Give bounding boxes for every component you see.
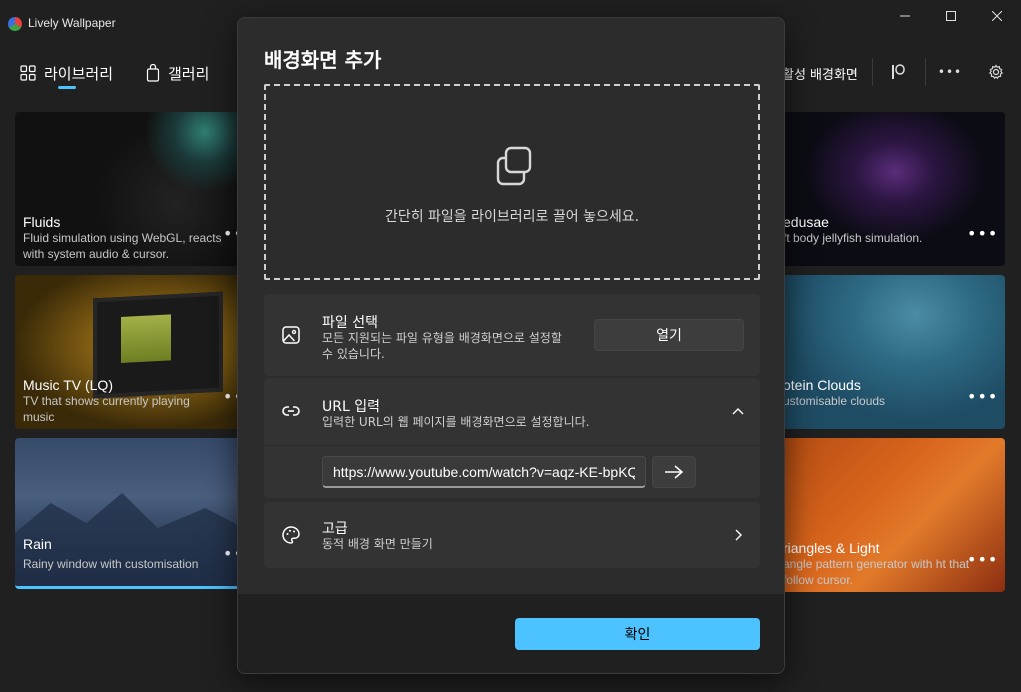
url-input-label: URL 입력 (322, 399, 380, 415)
maximize-icon (946, 11, 956, 21)
nav-library[interactable]: 라이브러리 (20, 60, 113, 86)
nav-library-label: 라이브러리 (44, 64, 114, 83)
link-icon (280, 400, 302, 422)
app-logo-icon (8, 17, 22, 31)
minimize-icon (900, 15, 910, 17)
maximize-button[interactable] (928, 0, 974, 32)
drop-zone-text: 간단히 파일을 라이브러리로 끌어 놓으세요. (384, 209, 640, 225)
wallpaper-card-triangles-light[interactable]: riangles & Light angle pattern generator… (775, 438, 1005, 592)
card-description: TV that shows currently playing music (23, 394, 190, 424)
dialog-footer: 확인 (238, 594, 784, 673)
card-title: Rain (23, 536, 52, 552)
advanced-label: 고급 (322, 521, 348, 537)
grid-icon (20, 65, 36, 81)
card-title: riangles & Light (783, 540, 880, 556)
more-icon: ••• (937, 65, 963, 79)
wallpaper-card-protein-clouds[interactable]: otein Clouds ustomisable clouds ••• (775, 275, 1005, 429)
nav-active-indicator (58, 86, 76, 89)
card-description: ft body jellyfish simulation. (783, 231, 923, 245)
url-input-panel: URL 입력 입력한 URL의 웹 페이지를 배경화면으로 설정합니다. (264, 378, 760, 498)
monitor-panel-icon (892, 64, 905, 79)
minimize-button[interactable] (882, 0, 928, 32)
active-wallpaper-button[interactable]: 활성 배경화면 (782, 60, 858, 86)
app-title: Lively Wallpaper (28, 16, 116, 30)
nav-gallery[interactable]: 갤러리 (146, 60, 209, 86)
card-description: ustomisable clouds (783, 394, 886, 408)
card-description: angle pattern generator with ht that fol… (783, 557, 970, 587)
advanced-panel[interactable]: 고급 동적 배경 화면 만들기 (264, 502, 760, 568)
card-title: Fluids (23, 214, 61, 230)
card-title: edusae (783, 214, 829, 230)
card-more-button[interactable]: ••• (967, 389, 997, 407)
card-title: otein Clouds (783, 377, 861, 393)
chevron-right-icon (730, 527, 746, 543)
close-button[interactable] (974, 0, 1020, 32)
copy-icon (496, 146, 532, 186)
nav-divider (872, 58, 873, 86)
card-description: Rainy window with customisation (23, 557, 199, 571)
image-icon (280, 324, 302, 346)
wallpaper-card-medusae[interactable]: edusae ft body jellyfish simulation. ••• (775, 112, 1005, 266)
add-wallpaper-dialog: 배경화면 추가 간단히 파일을 라이브러리로 끌어 놓으세요. 파일 선택 모든… (237, 17, 785, 674)
open-file-button[interactable]: 열기 (594, 319, 744, 351)
card-more-button[interactable]: ••• (967, 552, 997, 570)
card-more-button[interactable]: ••• (967, 226, 997, 244)
nav-gallery-label: 갤러리 (168, 64, 210, 83)
palette-icon (280, 524, 302, 546)
advanced-description: 동적 배경 화면 만들기 (322, 537, 433, 551)
file-drop-zone[interactable]: 간단히 파일을 라이브러리로 끌어 놓으세요. (264, 84, 760, 280)
divider (264, 445, 760, 446)
active-wallpaper-label: 활성 배경화면 (782, 67, 858, 83)
more-options-button[interactable]: ••• (937, 62, 963, 82)
confirm-button[interactable]: 확인 (515, 618, 760, 650)
wallpaper-card-music-tv[interactable]: Music TV (LQ) TV that shows currently pl… (15, 275, 253, 429)
wallpaper-card-fluids[interactable]: Fluids Fluid simulation using WebGL, rea… (15, 112, 253, 266)
close-icon (992, 11, 1002, 21)
gear-icon (988, 64, 1004, 80)
dialog-title: 배경화면 추가 (264, 48, 382, 72)
shopping-bag-icon (146, 64, 160, 82)
settings-button[interactable] (986, 62, 1006, 82)
submit-url-button[interactable] (652, 456, 696, 488)
wallpaper-card-rain[interactable]: Rain Rainy window with customisation ••• (15, 438, 253, 589)
file-select-description: 모든 지원되는 파일 유형을 배경화면으로 설정할 수 있습니다. (322, 331, 562, 361)
url-field[interactable] (322, 456, 646, 488)
nav-divider (925, 58, 926, 86)
url-input-description: 입력한 URL의 웹 페이지를 배경화면으로 설정합니다. (322, 415, 590, 429)
collapse-button[interactable] (730, 403, 746, 419)
file-select-panel: 파일 선택 모든 지원되는 파일 유형을 배경화면으로 설정할 수 있습니다. … (264, 294, 760, 376)
controlpanel-button[interactable] (888, 62, 908, 82)
arrow-right-icon (665, 465, 684, 479)
file-select-label: 파일 선택 (322, 315, 378, 331)
card-title: Music TV (LQ) (23, 377, 113, 393)
chevron-up-icon (732, 408, 744, 415)
card-description: Fluid simulation using WebGL, reacts wit… (23, 231, 222, 261)
